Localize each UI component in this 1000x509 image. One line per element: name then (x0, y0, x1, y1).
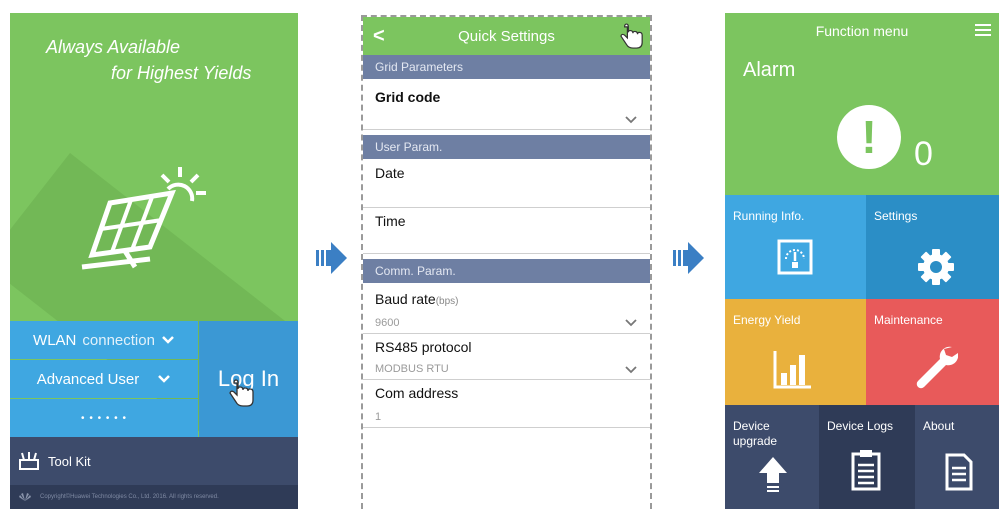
slogan-line-2: for Highest Yields (111, 63, 252, 83)
quick-settings-screen: < Quick Settings Grid Parameters Grid co… (361, 15, 652, 509)
chevron-down-icon (158, 375, 171, 383)
chevron-down-icon[interactable] (624, 365, 638, 374)
baud-rate-label-text: Baud rate (375, 291, 436, 307)
login-form: WLAN connection Advanced User • • • • • … (10, 321, 298, 437)
baud-rate-value[interactable]: 9600 (375, 317, 399, 329)
rs485-protocol-value[interactable]: MODBUS RTU (375, 363, 449, 375)
maintenance-label: Maintenance (874, 313, 943, 327)
toolkit-icon (19, 452, 39, 470)
clipboard-icon (851, 450, 881, 491)
user-role-select[interactable]: Advanced User (10, 360, 198, 398)
function-menu-title: Function menu (815, 23, 909, 39)
alarm-label: Alarm (743, 59, 796, 81)
date-field-label[interactable]: Date (375, 165, 405, 181)
device-upgrade-line-2: upgrade (733, 434, 778, 448)
copyright-bar: Copyright©Huawei Technologies Co., Ltd. … (10, 485, 298, 509)
section-user-param: User Param. (363, 135, 650, 159)
password-input[interactable]: • • • • • • (10, 399, 198, 437)
hand-pointer-icon[interactable] (620, 23, 644, 51)
quick-settings-title: Quick Settings (458, 27, 555, 45)
baud-rate-label: Baud rate(bps) (375, 291, 459, 307)
device-logs-tile[interactable]: Device Logs (819, 405, 915, 509)
time-field-label[interactable]: Time (375, 213, 406, 229)
quick-settings-header: < Quick Settings (363, 17, 650, 55)
baud-rate-unit: (bps) (435, 296, 459, 307)
com-address-value[interactable]: 1 (375, 411, 381, 423)
back-button[interactable]: < (373, 25, 385, 48)
gauge-icon (777, 239, 813, 275)
device-upgrade-line-1: Device (733, 419, 770, 433)
alarm-count: 0 (914, 135, 933, 173)
divider (363, 427, 650, 428)
com-address-label: Com address (375, 385, 459, 401)
copyright-text: Copyright©Huawei Technologies Co., Ltd. … (40, 494, 219, 500)
settings-tile[interactable]: Settings (866, 195, 999, 299)
grid-code-label: Grid code (375, 89, 441, 105)
divider (363, 207, 650, 208)
gear-icon (918, 249, 954, 285)
device-logs-label: Device Logs (827, 419, 894, 433)
running-info-tile[interactable]: Running Info. (725, 195, 866, 299)
section-grid-parameters: Grid Parameters (363, 55, 650, 79)
flow-arrow-icon (673, 242, 704, 274)
document-icon (945, 453, 973, 491)
huawei-logo-icon (19, 493, 31, 501)
maintenance-tile[interactable]: Maintenance (866, 299, 999, 405)
device-upgrade-tile[interactable]: Device upgrade (725, 405, 819, 509)
solar-panel-icon (81, 167, 206, 270)
hand-pointer-icon (229, 379, 254, 407)
user-role-value: Advanced User (36, 370, 140, 388)
toolkit-label: Tool Kit (48, 453, 91, 469)
flow-arrow-icon (316, 242, 347, 274)
divider (363, 129, 650, 130)
rs485-protocol-label: RS485 protocol (375, 339, 472, 355)
toolkit-bar[interactable]: Tool Kit (10, 437, 298, 485)
menu-icon[interactable] (973, 22, 993, 38)
alarm-tile[interactable]: Alarm ! 0 (725, 49, 999, 195)
section-comm-param: Comm. Param. (363, 259, 650, 283)
divider (363, 333, 650, 334)
function-menu-screen: Function menu Alarm ! 0 Running Info. Se… (725, 13, 999, 509)
wlan-connection-select[interactable]: WLAN connection (10, 321, 198, 359)
divider (363, 253, 650, 254)
chevron-down-icon[interactable] (624, 115, 638, 124)
password-mask: • • • • • • (81, 412, 127, 424)
upload-arrow-icon (759, 457, 787, 492)
energy-yield-label: Energy Yield (733, 313, 801, 327)
bar-chart-icon (773, 351, 811, 389)
settings-label: Settings (874, 209, 918, 223)
function-menu-header: Function menu (725, 13, 999, 49)
device-upgrade-label: Device upgrade (733, 419, 777, 449)
chevron-down-icon (162, 336, 174, 344)
alert-icon: ! (837, 105, 901, 169)
wlan-label: WLAN (33, 331, 77, 349)
energy-yield-tile[interactable]: Energy Yield (725, 299, 866, 405)
login-screen: Always Available for Highest Yields WLAN… (10, 13, 298, 509)
about-label: About (923, 419, 955, 433)
slogan-line-1: Always Available (46, 37, 181, 57)
login-button[interactable]: Log In (199, 321, 298, 437)
divider (363, 379, 650, 380)
running-info-label: Running Info. (733, 209, 805, 223)
wrench-icon (916, 346, 958, 389)
wlan-suffix: connection (82, 331, 155, 349)
chevron-down-icon[interactable] (624, 318, 638, 327)
about-tile[interactable]: About (915, 405, 999, 509)
